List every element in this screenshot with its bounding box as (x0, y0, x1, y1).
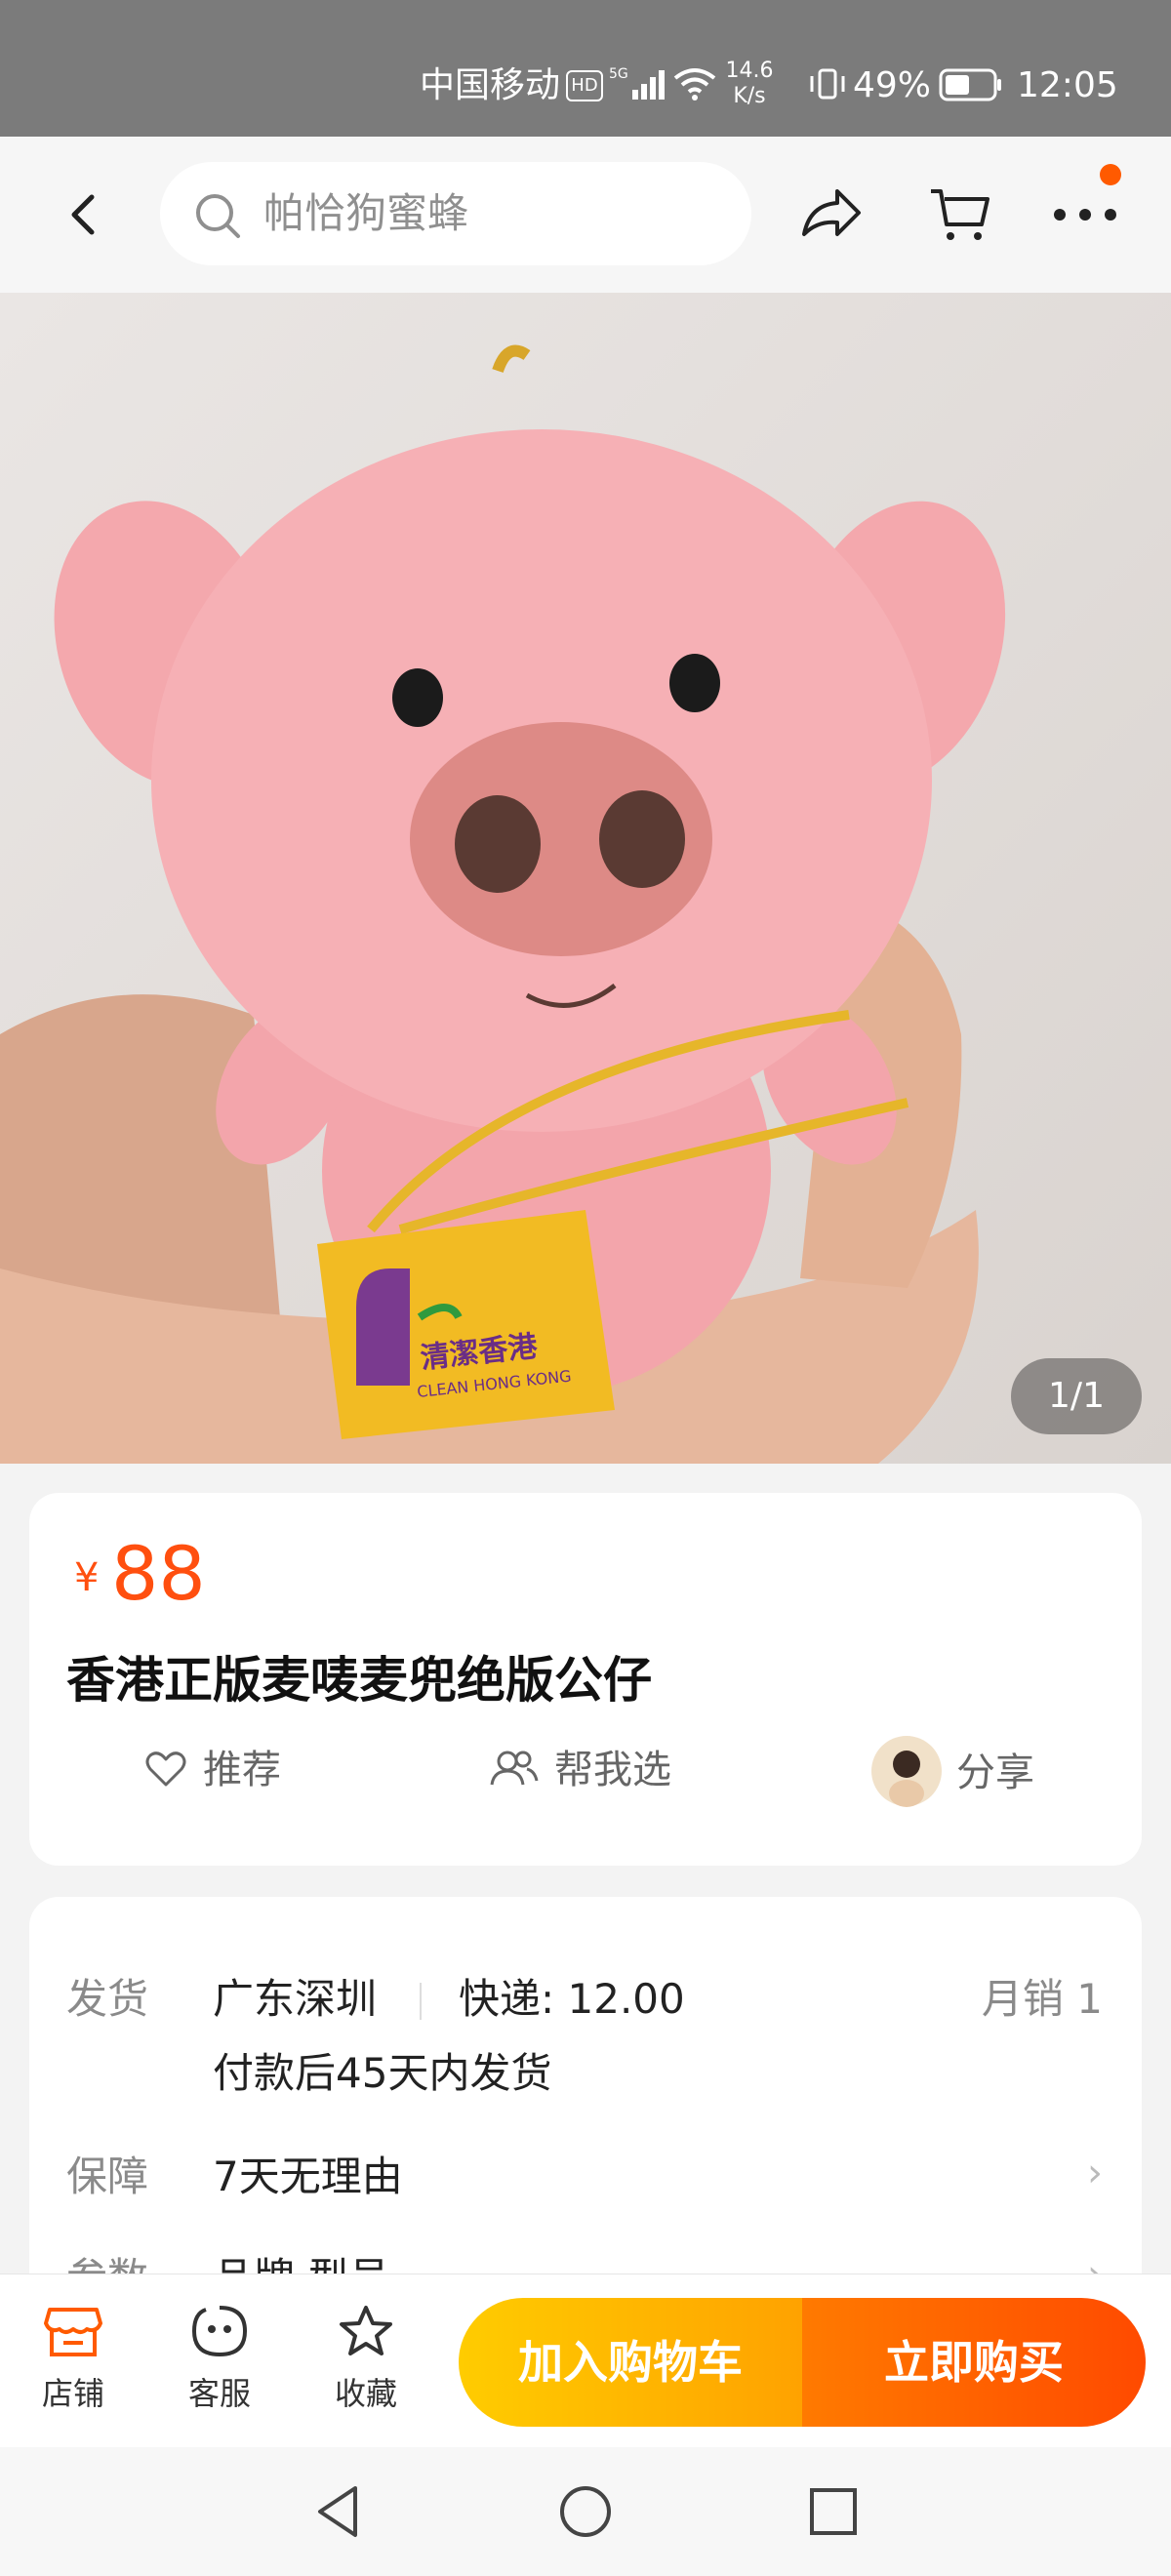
ship-time: 付款后45天内发货 (213, 2049, 552, 2097)
customer-service-label: 客服 (187, 2375, 251, 2412)
image-counter: 1/1 (1011, 1358, 1142, 1434)
recommend-label: 推荐 (203, 1748, 281, 1792)
shop-label: 店铺 (41, 2375, 104, 2412)
express-fee: 快递: 12.00 (459, 1975, 685, 2023)
hd-icon: HD (566, 70, 603, 101)
system-navigation-bar (0, 2447, 1171, 2576)
more-icon[interactable] (1050, 185, 1120, 244)
pig-plush-photo: 清潔香港 CLEAN HONG KONG (0, 344, 1006, 1464)
heart-icon (145, 1751, 186, 1787)
shipping-origin: 广东深圳 (213, 1975, 378, 2023)
signal-icon: 5G (609, 66, 665, 100)
buy-now-button[interactable]: 立即购买 (802, 2298, 1146, 2427)
top-nav: 帕恰狗蜜蜂 (0, 137, 1171, 293)
product-image[interactable]: 清潔香港 CLEAN HONG KONG 1/1 (0, 293, 1171, 1464)
wifi-icon (673, 68, 716, 101)
star-icon (340, 2306, 392, 2355)
nav-home-icon[interactable] (556, 2482, 615, 2541)
cart-icon[interactable] (927, 181, 991, 246)
people-icon (490, 1751, 539, 1786)
help-me-choose-button[interactable]: 帮我选 (488, 1747, 671, 1793)
shipping-label: 发货 (66, 1975, 149, 2023)
status-bar: 中国移动 HD 5G 14.6 K/s 49% 12:05 (0, 0, 1171, 137)
favorite-label: 收藏 (334, 2375, 397, 2412)
avatar-icon (871, 1736, 942, 1807)
chat-face-icon (191, 2306, 248, 2357)
help-me-choose-label: 帮我选 (554, 1748, 671, 1792)
carrier-name: 中国移动 (420, 65, 561, 105)
nav-back-icon[interactable] (308, 2482, 367, 2541)
monthly-sales: 月销 1 (981, 1975, 1103, 2023)
product-info-card: ¥ 88 香港正版麦唛麦兜绝版公仔 推荐 帮我选 分享 (29, 1493, 1142, 1866)
vibrate-icon (810, 68, 845, 100)
notification-badge (1100, 164, 1121, 185)
svg-text:5G: 5G (609, 66, 628, 82)
shop-icon (44, 2308, 102, 2356)
details-card: 发货 广东深圳 快递: 12.00 月销 1 付款后45天内发货 保障 7天无理… (29, 1897, 1142, 2307)
search-icon (196, 194, 240, 238)
back-arrow-icon[interactable] (61, 189, 111, 240)
share-label: 分享 (956, 1751, 1034, 1795)
currency-symbol: ¥ (74, 1555, 100, 1600)
favorite-button[interactable]: 收藏 (312, 2304, 420, 2413)
net-speed-value: 14.6 (725, 59, 774, 83)
shop-button[interactable]: 店铺 (20, 2304, 127, 2413)
share-icon[interactable] (798, 183, 863, 248)
divider (420, 1983, 422, 2020)
add-to-cart-button[interactable]: 加入购物车 (459, 2298, 802, 2427)
recommend-button[interactable]: 推荐 (144, 1747, 281, 1793)
battery-percent: 49% (853, 65, 932, 105)
product-price: 88 (111, 1530, 206, 1617)
battery-icon (939, 68, 1001, 101)
guarantee-value: 7天无理由 (213, 2153, 403, 2200)
net-speed: 14.6 K/s (720, 59, 779, 109)
bottom-action-bar: 店铺 客服 收藏 加入购物车 立即购买 (0, 2274, 1171, 2448)
product-title: 香港正版麦唛麦兜绝版公仔 (66, 1652, 652, 1709)
clock: 12:05 (1017, 65, 1118, 105)
guarantee-label: 保障 (66, 2153, 149, 2200)
chevron-right-icon: › (1087, 2151, 1103, 2195)
net-speed-unit: K/s (733, 84, 766, 108)
search-box[interactable]: 帕恰狗蜜蜂 (160, 162, 751, 265)
nav-recents-icon[interactable] (804, 2482, 863, 2541)
share-button[interactable]: 分享 (870, 1735, 1034, 1807)
search-placeholder: 帕恰狗蜜蜂 (263, 189, 469, 237)
customer-service-button[interactable]: 客服 (166, 2304, 273, 2413)
